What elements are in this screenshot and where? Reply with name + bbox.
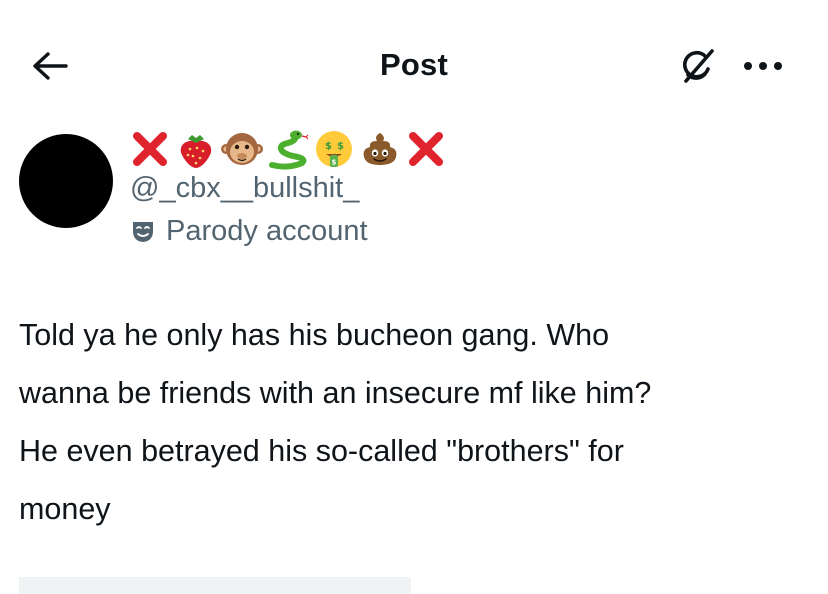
red-x-icon: [409, 132, 443, 166]
grok-icon: [682, 49, 714, 83]
red-x-icon: [133, 132, 167, 166]
avatar[interactable]: [19, 134, 113, 228]
parody-label: Parody account: [166, 215, 368, 247]
svg-text:$: $: [332, 159, 337, 167]
grok-button[interactable]: [674, 43, 720, 89]
svg-text:$: $: [337, 141, 344, 152]
post-header: Post: [0, 0, 828, 130]
media-preview[interactable]: [19, 577, 411, 594]
svg-text:$: $: [325, 141, 332, 152]
more-horizontal-icon: [744, 62, 782, 70]
theater-mask-icon: [133, 222, 153, 242]
strawberry-icon: [180, 135, 212, 168]
parody-badge: Parody account: [130, 212, 368, 250]
more-options-button[interactable]: [738, 46, 788, 86]
author-handle[interactable]: @_cbx__bullshit_: [130, 170, 359, 206]
display-name[interactable]: $ $ $: [128, 126, 448, 172]
monkey-face-icon: [221, 133, 263, 165]
poop-icon: [363, 133, 397, 165]
snake-icon: [269, 130, 309, 170]
post-text: Told ya he only has his bucheon gang. Wh…: [19, 318, 652, 526]
money-mouth-face-icon: $ $ $: [316, 131, 352, 167]
